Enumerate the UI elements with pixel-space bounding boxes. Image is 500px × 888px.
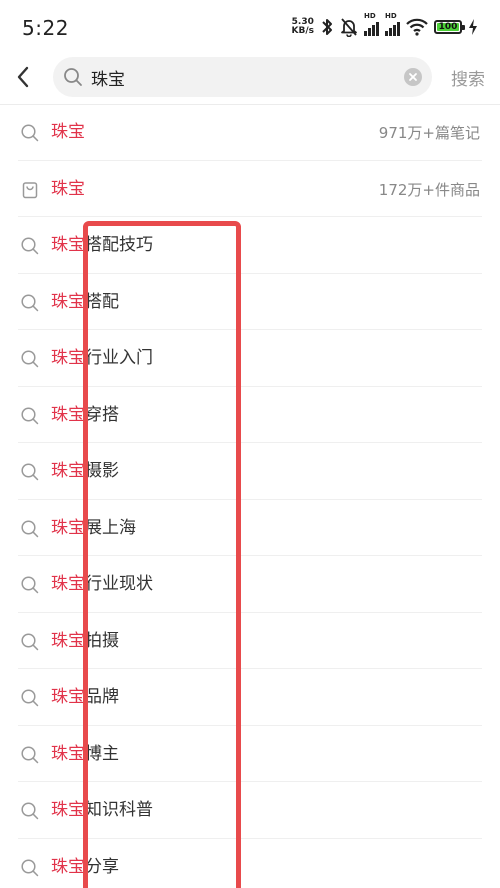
network-speed-unit: KB/s bbox=[291, 26, 314, 36]
suggestion-item[interactable]: 珠宝展上海 bbox=[0, 500, 500, 557]
suggestion-suffix: 品牌 bbox=[85, 687, 119, 707]
search-icon bbox=[20, 293, 40, 313]
suggestion-item[interactable]: 珠宝行业入门 bbox=[0, 330, 500, 387]
back-arrow-icon bbox=[17, 66, 29, 88]
suggestion-item[interactable]: 珠宝知识科普 bbox=[0, 782, 500, 839]
suggestion-item[interactable]: 珠宝行业现状 bbox=[0, 556, 500, 613]
suggestion-highlight: 珠宝 bbox=[51, 122, 85, 142]
search-suggestion-screen: 5:22 5.30 KB/s HD HD 100 珠宝 搜索 珠宝 971万+篇… bbox=[0, 0, 500, 888]
suggestion-count: 971万+篇笔记 bbox=[378, 124, 480, 142]
suggestion-item[interactable]: 珠宝分享 bbox=[0, 839, 500, 888]
signal-icon: HD bbox=[385, 12, 400, 36]
suggestion-suffix: 搭配技巧 bbox=[85, 235, 153, 255]
clear-icon bbox=[409, 73, 417, 81]
network-speed: 5.30 KB/s bbox=[292, 18, 314, 36]
suggestion-text: 珠宝品牌 bbox=[51, 685, 119, 709]
battery-icon: 100 bbox=[434, 20, 465, 34]
suggestion-item[interactable]: 珠宝穿搭 bbox=[0, 387, 500, 444]
suggestion-highlight: 珠宝 bbox=[51, 348, 85, 368]
suggestion-text: 珠宝分享 bbox=[51, 855, 119, 879]
suggestion-text: 珠宝搭配 bbox=[51, 290, 119, 314]
suggestion-highlight: 珠宝 bbox=[51, 178, 85, 199]
search-submit-button[interactable]: 搜索 bbox=[451, 65, 485, 90]
search-icon bbox=[20, 462, 40, 482]
status-icons: 5.30 KB/s HD HD 100 bbox=[292, 12, 478, 40]
search-input[interactable] bbox=[91, 63, 391, 91]
suggestion-suffix: 拍摄 bbox=[85, 630, 119, 651]
suggestion-suffix: 知识科普 bbox=[85, 800, 153, 820]
search-icon bbox=[20, 236, 40, 256]
suggestion-highlight: 珠宝 bbox=[51, 856, 85, 877]
suggestion-item[interactable]: 珠宝拍摄 bbox=[0, 613, 500, 670]
suggestion-highlight: 珠宝 bbox=[51, 404, 85, 425]
status-bar: 5:22 5.30 KB/s HD HD 100 bbox=[0, 0, 500, 50]
suggestion-suffix: 博主 bbox=[85, 743, 119, 764]
suggestion-item[interactable]: 珠宝搭配 bbox=[0, 274, 500, 331]
suggestion-suffix: 穿搭 bbox=[85, 404, 119, 425]
suggestion-highlight: 珠宝 bbox=[51, 574, 85, 594]
search-header: 搜索 bbox=[0, 52, 500, 102]
charging-icon bbox=[469, 19, 477, 35]
suggestion-item[interactable]: 珠宝博主 bbox=[0, 726, 500, 783]
suggestion-highlight: 珠宝 bbox=[51, 235, 85, 255]
suggestion-text: 珠宝行业入门 bbox=[51, 346, 153, 370]
search-box[interactable] bbox=[53, 57, 432, 97]
suggestion-text: 珠宝行业现状 bbox=[51, 572, 153, 596]
suggestion-highlight: 珠宝 bbox=[51, 800, 85, 820]
suggestion-suffix: 摄影 bbox=[85, 461, 119, 481]
shopping-bag-icon bbox=[20, 180, 40, 200]
suggestion-highlight: 珠宝 bbox=[51, 743, 85, 764]
suggestion-text: 珠宝 bbox=[51, 120, 85, 144]
suggestion-suffix: 搭配 bbox=[85, 291, 119, 312]
suggestion-text: 珠宝知识科普 bbox=[51, 798, 153, 822]
search-icon bbox=[20, 406, 40, 426]
suggestion-item[interactable]: 珠宝 971万+篇笔记 bbox=[0, 104, 500, 161]
suggestion-text: 珠宝展上海 bbox=[51, 516, 136, 540]
suggestion-count: 172万+件商品 bbox=[378, 180, 480, 199]
suggestion-text: 珠宝博主 bbox=[51, 742, 119, 766]
mute-bell-icon bbox=[341, 18, 357, 37]
search-icon bbox=[20, 349, 40, 369]
search-icon bbox=[20, 123, 40, 143]
status-time: 5:22 bbox=[22, 16, 69, 40]
suggestion-suffix: 分享 bbox=[85, 856, 119, 877]
suggestion-text: 珠宝摄影 bbox=[51, 459, 119, 483]
search-icon bbox=[20, 519, 40, 539]
wifi-icon bbox=[406, 18, 428, 36]
suggestion-highlight: 珠宝 bbox=[51, 517, 85, 538]
suggestion-text: 珠宝 bbox=[51, 177, 85, 201]
search-icon bbox=[64, 68, 82, 86]
clear-button[interactable] bbox=[404, 68, 422, 86]
suggestion-text: 珠宝穿搭 bbox=[51, 403, 119, 427]
suggestion-suffix: 展上海 bbox=[85, 517, 136, 538]
suggestion-item[interactable]: 珠宝搭配技巧 bbox=[0, 217, 500, 274]
suggestion-suffix: 行业入门 bbox=[85, 348, 153, 368]
suggestion-highlight: 珠宝 bbox=[51, 630, 85, 651]
search-icon bbox=[20, 801, 40, 821]
battery-level: 100 bbox=[437, 22, 459, 32]
suggestion-list: 珠宝 971万+篇笔记 珠宝 172万+件商品 珠宝搭配技巧 珠宝搭配 珠宝行业入门 珠宝穿搭… bbox=[0, 104, 500, 888]
suggestion-text: 珠宝搭配技巧 bbox=[51, 233, 153, 257]
bluetooth-icon bbox=[322, 19, 332, 35]
signal-icon: HD bbox=[364, 12, 379, 36]
signal-tag: HD bbox=[364, 12, 376, 20]
search-icon bbox=[20, 688, 40, 708]
suggestion-suffix: 行业现状 bbox=[85, 574, 153, 594]
search-icon bbox=[20, 632, 40, 652]
suggestion-item[interactable]: 珠宝 172万+件商品 bbox=[0, 161, 500, 218]
suggestion-item[interactable]: 珠宝摄影 bbox=[0, 443, 500, 500]
search-icon bbox=[20, 745, 40, 765]
suggestion-highlight: 珠宝 bbox=[51, 291, 85, 312]
suggestion-item[interactable]: 珠宝品牌 bbox=[0, 669, 500, 726]
signal-tag: HD bbox=[385, 12, 397, 20]
search-icon bbox=[20, 575, 40, 595]
suggestion-highlight: 珠宝 bbox=[51, 461, 85, 481]
back-button[interactable] bbox=[10, 60, 36, 94]
search-icon bbox=[20, 858, 40, 878]
suggestion-highlight: 珠宝 bbox=[51, 687, 85, 707]
suggestion-text: 珠宝拍摄 bbox=[51, 629, 119, 653]
